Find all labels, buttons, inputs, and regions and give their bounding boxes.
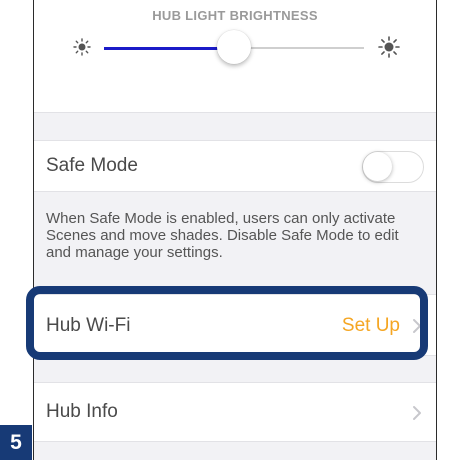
hub-info-label: Hub Info [46, 401, 118, 422]
step-number-badge: 5 [0, 425, 32, 460]
safe-mode-label: Safe Mode [46, 155, 138, 176]
safe-mode-toggle[interactable] [362, 151, 424, 183]
toggle-knob [363, 152, 392, 181]
brightness-title: HUB LIGHT BRIGHTNESS [152, 8, 318, 23]
sun-small-icon [73, 38, 91, 56]
settings-screen: HUB LIGHT BRIGHTNESS Safe Mode When Safe… [33, 0, 437, 460]
safe-mode-description: When Safe Mode is enabled, users can onl… [46, 210, 399, 261]
brightness-card: HUB LIGHT BRIGHTNESS [34, 0, 436, 113]
hub-wifi-highlight-frame [26, 286, 428, 360]
hub-info-row[interactable]: Hub Info [34, 382, 436, 442]
safe-mode-row: Safe Mode [34, 140, 436, 192]
brightness-slider[interactable] [104, 30, 364, 64]
slider-fill [104, 46, 234, 50]
slider-thumb[interactable] [217, 30, 251, 64]
sun-large-icon [378, 36, 400, 58]
chevron-right-icon [413, 406, 421, 420]
